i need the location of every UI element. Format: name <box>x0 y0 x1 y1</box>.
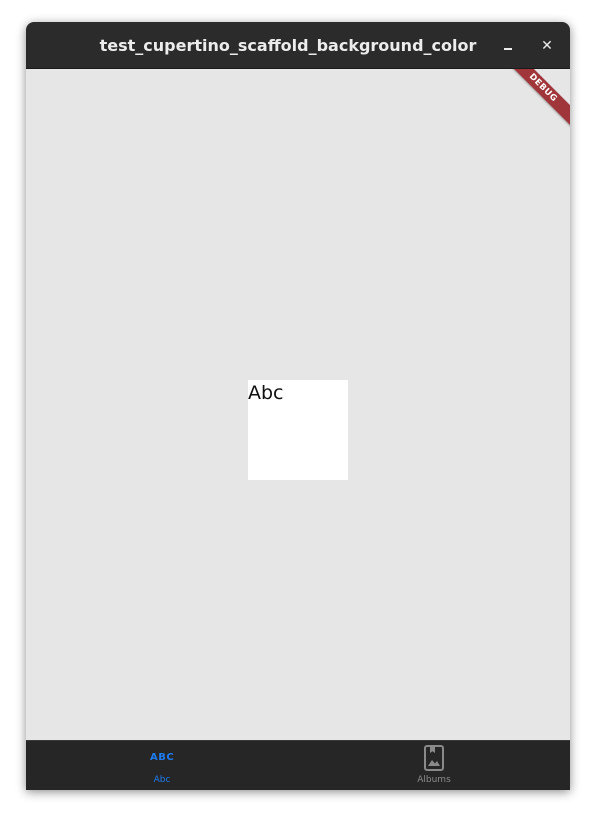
tab-abc-label: Abc <box>153 775 171 785</box>
center-box: Abc <box>248 380 348 480</box>
tab-albums-label: Albums <box>417 775 451 785</box>
window-title: test_cupertino_scaffold_background_color <box>99 36 477 55</box>
close-icon: ✕ <box>541 38 553 54</box>
photo-album-icon <box>424 745 444 771</box>
center-box-text: Abc <box>248 382 284 404</box>
title-bar[interactable]: test_cupertino_scaffold_background_color… <box>26 22 570 69</box>
minimize-button[interactable] <box>496 34 520 58</box>
debug-banner: DEBUG <box>499 69 570 132</box>
bottom-tab-bar: ABC Abc Albums <box>26 740 570 790</box>
abc-icon: ABC <box>150 752 175 763</box>
tab-albums[interactable]: Albums <box>298 741 570 790</box>
minimize-icon <box>504 48 512 50</box>
close-button[interactable]: ✕ <box>535 34 559 58</box>
tab-abc[interactable]: ABC Abc <box>26 741 298 790</box>
app-window: test_cupertino_scaffold_background_color… <box>26 22 570 790</box>
scaffold-body: DEBUG Abc <box>26 69 570 740</box>
